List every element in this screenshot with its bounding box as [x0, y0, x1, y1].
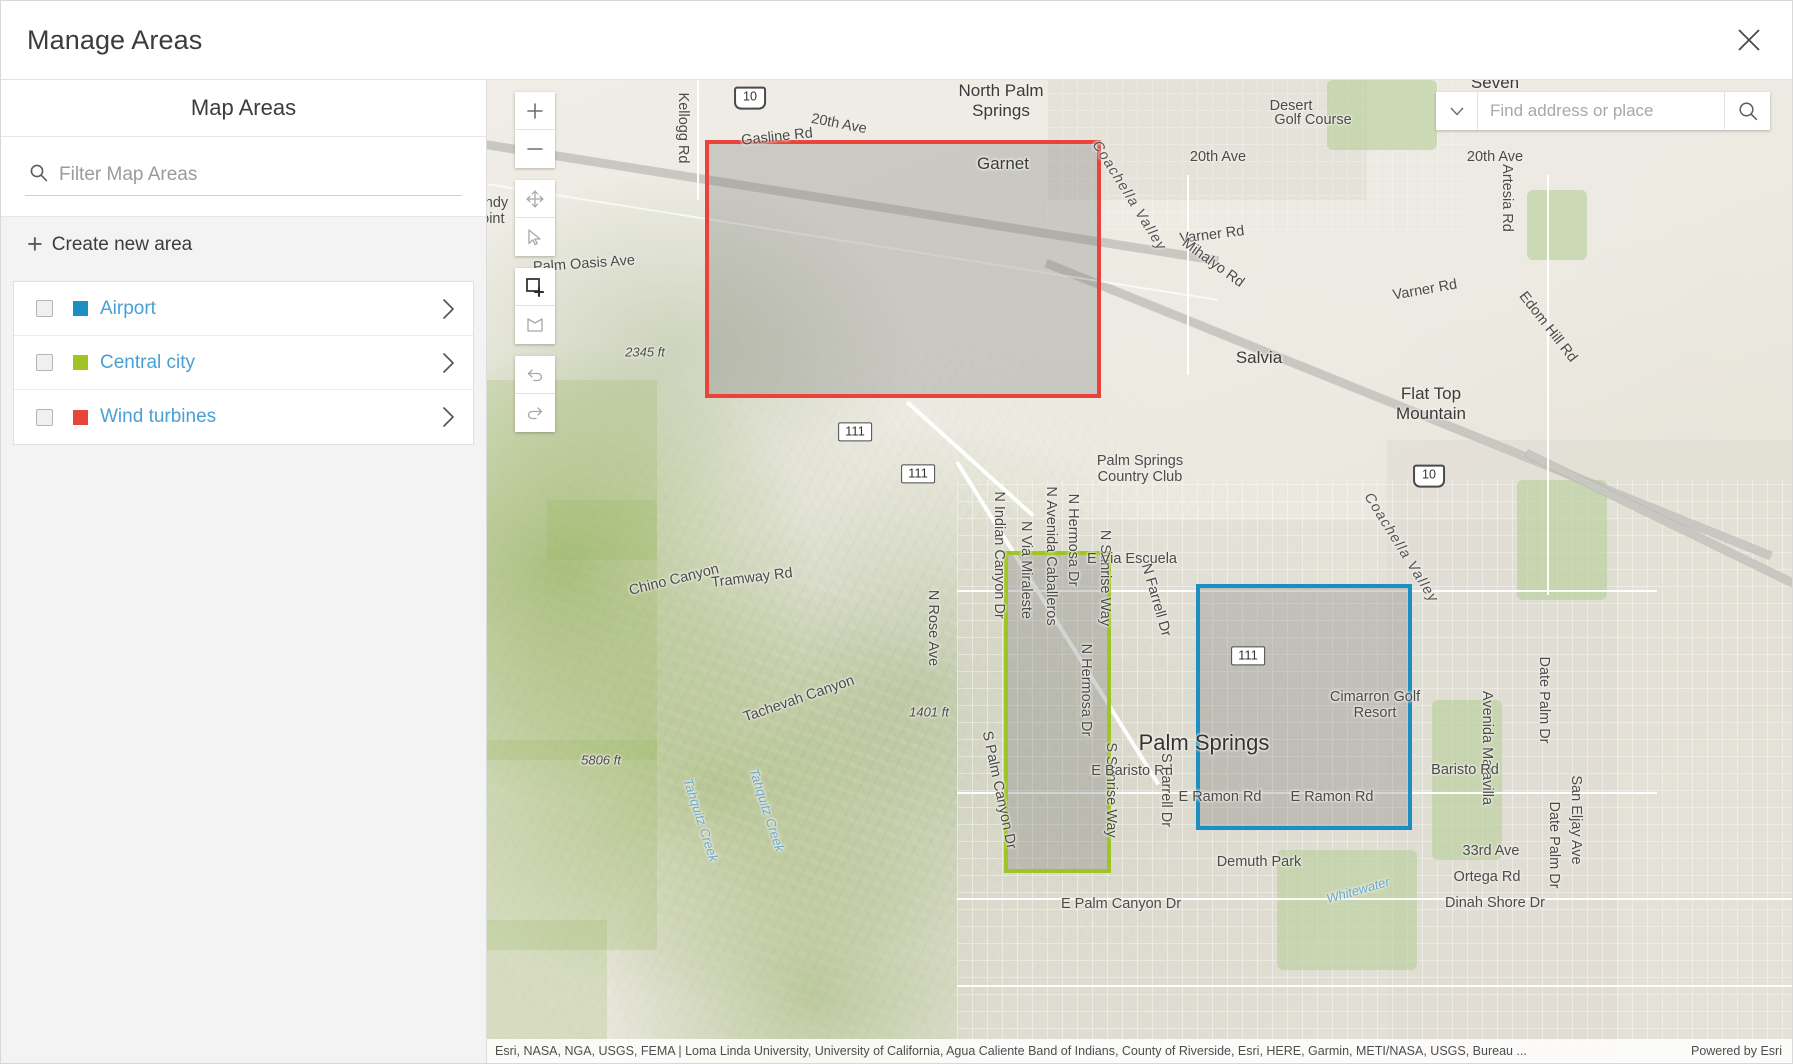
filter-field[interactable]	[25, 159, 462, 196]
plus-icon: +	[27, 228, 43, 259]
zoom-out-icon[interactable]	[515, 130, 555, 168]
tab-map-areas[interactable]: Map Areas	[191, 95, 296, 121]
search-input[interactable]	[1478, 101, 1724, 121]
filter-section	[1, 137, 486, 216]
manage-areas-dialog: Manage Areas Map Areas Filter Map Areas …	[0, 0, 1793, 1064]
street-grid-layer	[957, 480, 1792, 1063]
areas-list: Airport Central city Wind turbines	[13, 281, 474, 445]
area-color-swatch	[73, 355, 88, 370]
history-tool-group	[515, 356, 555, 432]
search-icon[interactable]	[1724, 92, 1770, 130]
page-title: Manage Areas	[27, 24, 203, 55]
sidebar-item-label: Wind turbines	[100, 406, 217, 427]
street-grid-layer	[1047, 80, 1467, 230]
select-cursor-icon[interactable]	[515, 218, 555, 256]
undo-icon[interactable]	[515, 356, 555, 394]
create-new-area-label: Create new area	[51, 234, 193, 255]
attribution-sources: Esri, NASA, NGA, USGS, FEMA | Loma Linda…	[495, 1044, 1527, 1058]
chevron-right-icon[interactable]	[441, 351, 457, 375]
filter-map-areas-input[interactable]	[59, 164, 460, 186]
draw-tool-group	[515, 268, 555, 344]
pan-icon[interactable]	[515, 180, 555, 218]
create-new-area-button[interactable]: + Create new area	[1, 217, 486, 273]
map-toolbar	[515, 92, 555, 432]
area-checkbox[interactable]	[36, 408, 53, 426]
search-icon	[29, 163, 48, 187]
map-canvas[interactable]: North Palm Springs Garnet Salvia Palm Spring…	[487, 80, 1792, 1063]
map-attribution: Esri, NASA, NGA, USGS, FEMA | Loma Linda…	[487, 1039, 1792, 1063]
map-areas-sidebar: Map Areas + Create new area	[1, 80, 487, 1063]
draw-polygon-icon[interactable]	[515, 306, 555, 344]
area-checkbox[interactable]	[36, 354, 53, 371]
chevron-right-icon[interactable]	[441, 405, 457, 429]
sidebar-item-label: Airport	[100, 297, 156, 319]
chevron-right-icon[interactable]	[441, 297, 457, 321]
draw-rectangle-icon[interactable]	[515, 268, 555, 306]
area-color-swatch	[73, 301, 88, 316]
dialog-body: Map Areas + Create new area	[1, 80, 1792, 1063]
sidebar-item-label: Central city	[100, 351, 196, 373]
navigate-tool-group	[515, 180, 555, 256]
area-color-swatch	[73, 409, 88, 425]
powered-by-esri-link[interactable]: Powered by Esri	[1691, 1044, 1782, 1058]
zoom-in-icon[interactable]	[515, 92, 555, 130]
dialog-header: Manage Areas	[1, 1, 1792, 80]
redo-icon[interactable]	[515, 394, 555, 432]
list-item[interactable]: Wind turbines	[14, 390, 473, 444]
list-item[interactable]: Central city	[14, 336, 473, 390]
search-input-wrap	[1478, 92, 1724, 130]
sidebar-tabbar: Map Areas	[1, 80, 486, 137]
map-search-widget	[1436, 92, 1770, 130]
zoom-tool-group	[515, 92, 555, 168]
close-icon[interactable]	[1726, 17, 1772, 63]
chevron-down-icon[interactable]	[1436, 92, 1478, 130]
list-item[interactable]: Airport	[14, 282, 473, 336]
area-checkbox[interactable]	[36, 300, 53, 317]
areas-list-region: + Create new area Airport Central city W…	[1, 216, 486, 1063]
